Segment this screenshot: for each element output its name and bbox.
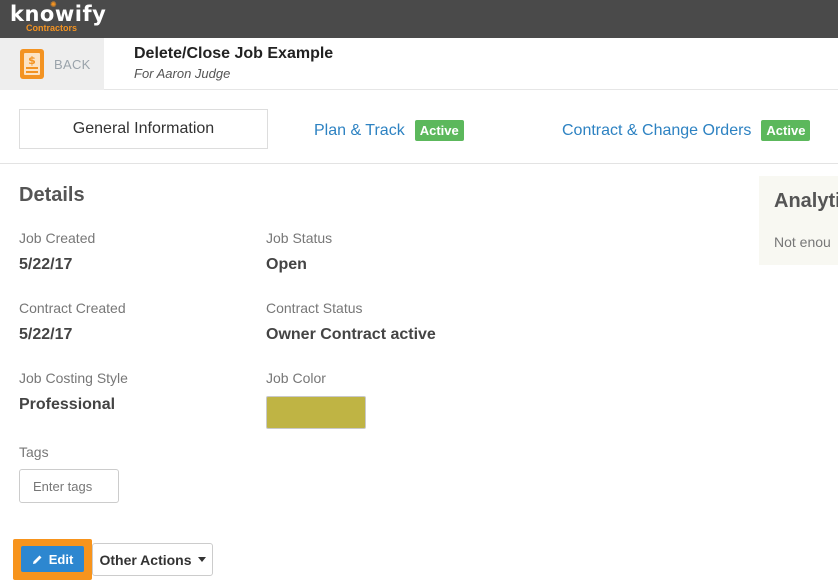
edit-label: Edit bbox=[48, 551, 74, 567]
tags-input[interactable] bbox=[19, 469, 119, 503]
job-tabs: General Information Plan & Track Active … bbox=[0, 90, 838, 164]
details-heading: Details bbox=[19, 184, 85, 206]
page-subtitle: For Aaron Judge bbox=[134, 66, 231, 81]
caret-down-icon bbox=[197, 557, 206, 562]
contract-created-label: Contract Created bbox=[19, 300, 126, 316]
contract-status-value: Owner Contract active bbox=[266, 326, 436, 343]
costing-style-value: Professional bbox=[19, 396, 116, 413]
edit-highlight: Edit bbox=[13, 539, 92, 580]
analytics-panel: Analyti Not enou bbox=[759, 176, 838, 265]
pencil-icon bbox=[32, 555, 42, 564]
contract-status-label: Contract Status bbox=[266, 300, 363, 316]
edit-button[interactable]: Edit bbox=[21, 546, 84, 572]
analytics-message: Not enou bbox=[774, 234, 831, 250]
sun-icon: ✺ bbox=[50, 0, 57, 9]
back-label: BACK bbox=[54, 56, 91, 72]
job-color-label: Job Color bbox=[266, 370, 326, 386]
analytics-heading: Analyti bbox=[774, 190, 838, 212]
costing-style-label: Job Costing Style bbox=[19, 370, 128, 386]
status-badge: Active bbox=[414, 120, 464, 141]
tab-plan-track[interactable]: Plan & Track Active bbox=[314, 120, 464, 141]
job-header: $ BACK Delete/Close Job Example For Aaro… bbox=[0, 38, 838, 90]
page-title: Delete/Close Job Example bbox=[134, 45, 334, 62]
job-created-value: 5/22/17 bbox=[19, 256, 73, 273]
job-created-label: Job Created bbox=[19, 230, 96, 246]
tab-contract-label: Contract & Change Orders bbox=[562, 121, 752, 139]
job-status-label: Job Status bbox=[266, 230, 333, 246]
job-color-swatch bbox=[266, 396, 366, 429]
tags-label: Tags bbox=[19, 444, 49, 460]
back-button[interactable]: $ BACK bbox=[0, 38, 104, 90]
top-bar: ✺ knowify Contractors bbox=[0, 0, 838, 38]
contract-created-value: 5/22/17 bbox=[19, 326, 73, 343]
status-badge: Active bbox=[761, 120, 811, 141]
job-status-value: Open bbox=[266, 256, 307, 273]
tab-general-information[interactable]: General Information bbox=[19, 109, 268, 149]
document-dollar-icon: $ bbox=[20, 49, 44, 79]
svg-text:$: $ bbox=[28, 54, 36, 67]
knowify-logo[interactable]: ✺ knowify Contractors bbox=[10, 0, 106, 33]
other-actions-dropdown[interactable]: Other Actions bbox=[92, 543, 213, 576]
tab-plan-track-label: Plan & Track bbox=[314, 121, 405, 139]
other-actions-label: Other Actions bbox=[99, 551, 192, 568]
tab-contract-change-orders[interactable]: Contract & Change Orders Active bbox=[562, 120, 811, 141]
logo-tagline: Contractors bbox=[26, 23, 78, 33]
